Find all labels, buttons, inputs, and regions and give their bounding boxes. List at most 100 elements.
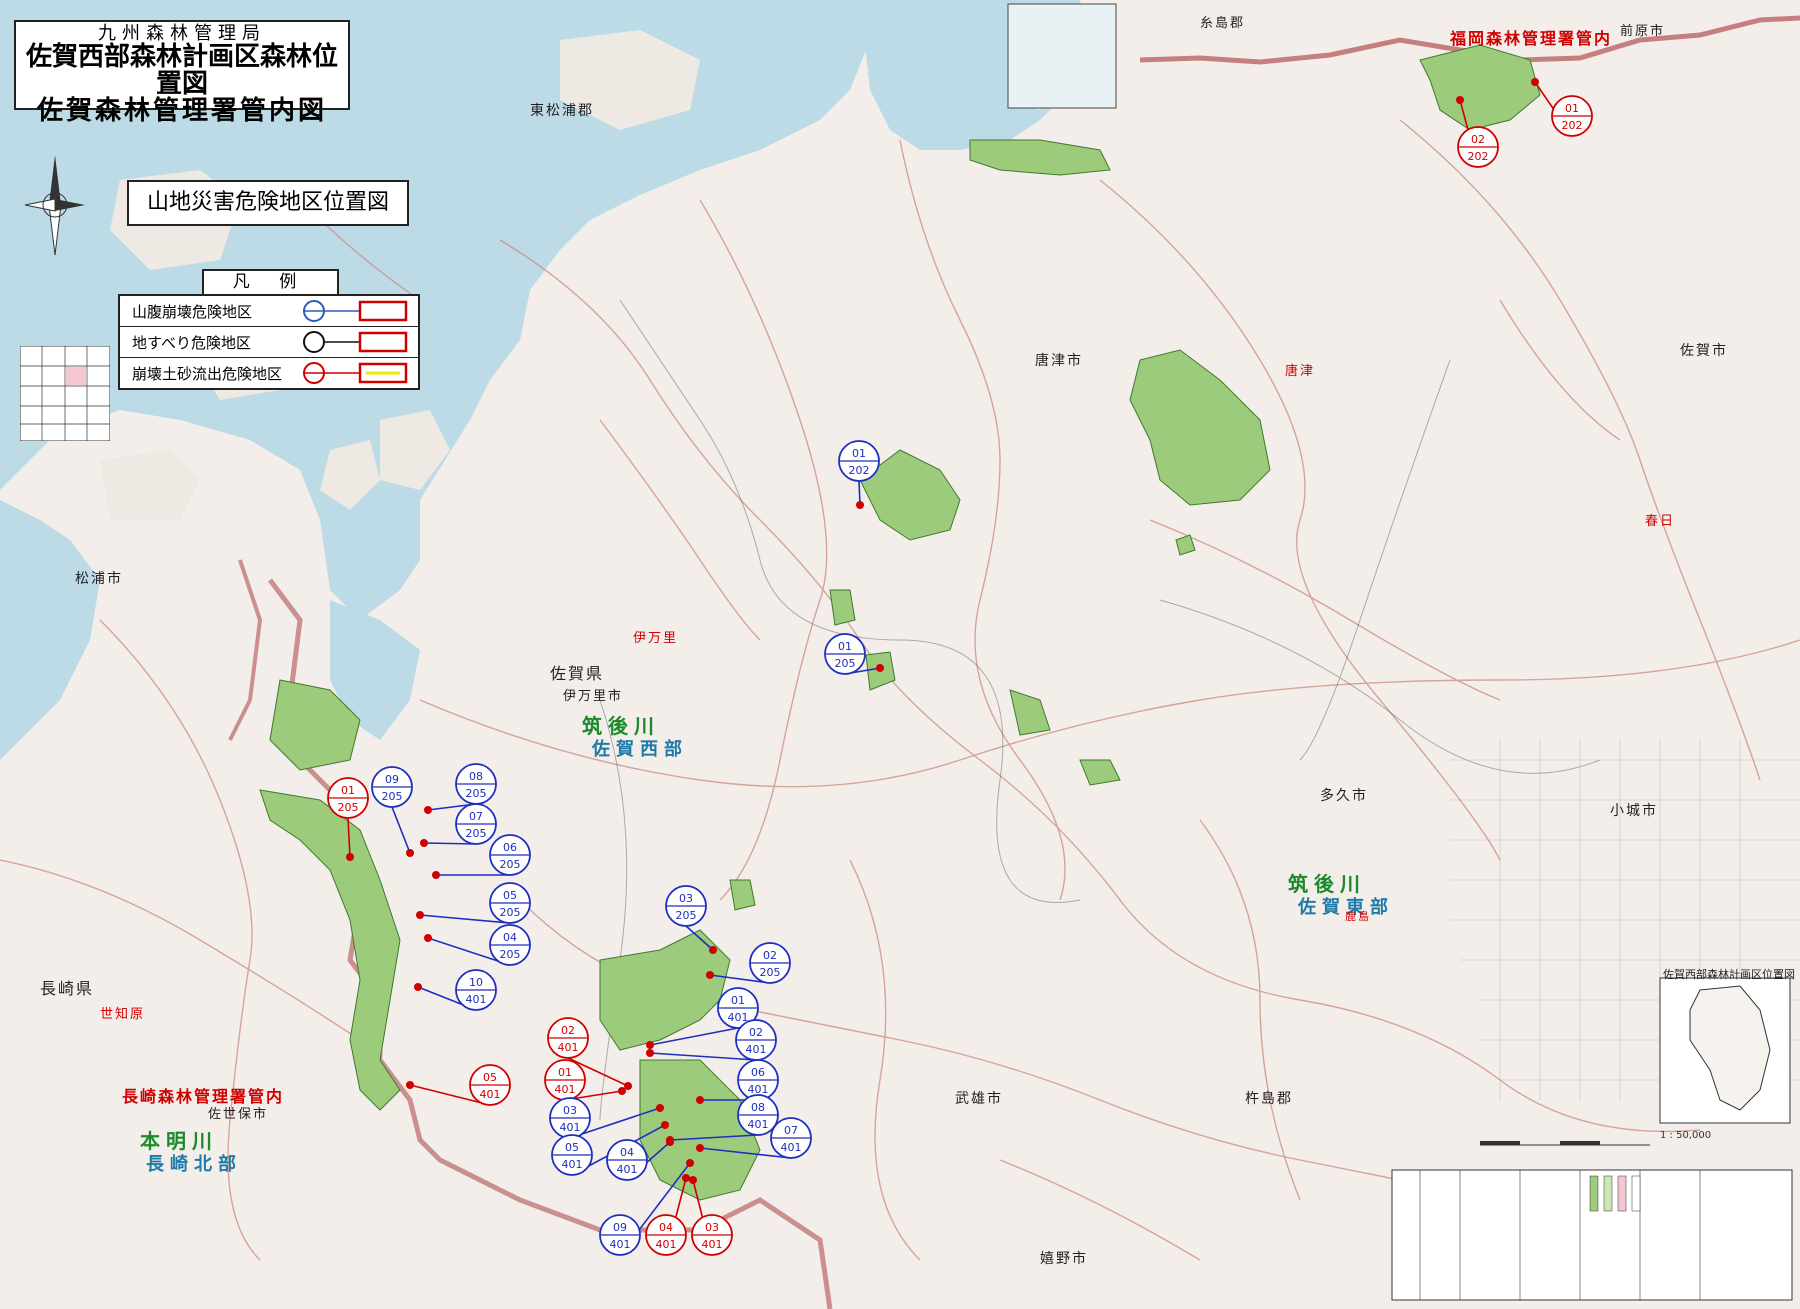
hazard-site-dot — [432, 871, 440, 879]
hazard-marker[interactable]: 04401 — [645, 1174, 690, 1256]
inset-map-title: 佐賀西部森林計画区位置図 — [1663, 968, 1795, 981]
hazard-site-dot — [406, 1081, 414, 1089]
hazard-site-dot — [406, 849, 414, 857]
hazard-site-dot — [689, 1176, 697, 1184]
hazard-site-dot — [618, 1087, 626, 1095]
leader-line — [391, 806, 411, 854]
hazard-marker[interactable]: 02205 — [706, 942, 791, 984]
leader-line — [685, 925, 714, 951]
hazard-marker[interactable]: 10401 — [414, 969, 497, 1011]
marker-code: 205 — [500, 858, 521, 871]
marker-code: 205 — [835, 657, 856, 670]
hazard-site-dot — [876, 664, 884, 672]
marker-number: 08 — [751, 1101, 765, 1114]
marker-code: 401 — [480, 1088, 501, 1101]
hazard-site-dot — [420, 839, 428, 847]
marker-code: 205 — [500, 948, 521, 961]
map-canvas[interactable]: 九州森林管理局 佐賀西部森林計画区森林位置図 佐賀森林管理署管内図 山地災害危険… — [0, 0, 1800, 1309]
marker-code: 205 — [466, 787, 487, 800]
leader-line — [669, 1134, 759, 1141]
marker-number: 01 — [852, 447, 866, 460]
hazard-site-dot — [682, 1174, 690, 1182]
marker-code: 401 — [781, 1141, 802, 1154]
marker-code: 205 — [466, 827, 487, 840]
marker-number: 02 — [1471, 133, 1485, 146]
hazard-marker[interactable]: 05205 — [416, 882, 531, 924]
hazard-site-dot — [646, 1049, 654, 1057]
marker-number: 07 — [784, 1124, 798, 1137]
marker-number: 02 — [763, 949, 777, 962]
marker-number: 02 — [561, 1024, 575, 1037]
hazard-site-dot — [696, 1144, 704, 1152]
marker-code: 205 — [676, 909, 697, 922]
marker-number: 04 — [503, 931, 517, 944]
marker-number: 05 — [483, 1071, 497, 1084]
hazard-site-dot — [656, 1104, 664, 1112]
hazard-site-dot — [424, 934, 432, 942]
marker-code: 401 — [558, 1041, 579, 1054]
hazard-marker[interactable]: 01205 — [824, 633, 884, 675]
marker-code: 401 — [560, 1121, 581, 1134]
hazard-marker[interactable]: 01202 — [838, 440, 880, 509]
hazard-site-dot — [414, 983, 422, 991]
hazard-marker[interactable]: 01202 — [1531, 78, 1593, 137]
marker-number: 02 — [749, 1026, 763, 1039]
hazard-site-dot — [666, 1138, 674, 1146]
marker-code: 401 — [466, 993, 487, 1006]
hazard-marker[interactable]: 05401 — [406, 1064, 511, 1106]
marker-code: 205 — [500, 906, 521, 919]
hazard-marker[interactable]: 08401 — [666, 1094, 779, 1144]
marker-code: 401 — [748, 1118, 769, 1131]
marker-number: 05 — [503, 889, 517, 902]
hazard-markers-layer: 0120201205012020220201205092050820507205… — [327, 78, 1593, 1256]
marker-number: 03 — [563, 1104, 577, 1117]
marker-number: 03 — [679, 892, 693, 905]
hazard-site-dot — [346, 853, 354, 861]
marker-code: 401 — [702, 1238, 723, 1251]
marker-code: 401 — [562, 1158, 583, 1171]
leader-line — [649, 1052, 757, 1061]
leader-line — [649, 1027, 739, 1046]
hazard-marker[interactable]: 03205 — [665, 885, 717, 954]
hazard-marker[interactable]: 03401 — [549, 1097, 664, 1139]
marker-code: 401 — [656, 1238, 677, 1251]
marker-code: 202 — [1468, 150, 1489, 163]
marker-code: 205 — [382, 790, 403, 803]
marker-number: 01 — [1565, 102, 1579, 115]
hazard-site-dot — [856, 501, 864, 509]
marker-number: 08 — [469, 770, 483, 783]
hazard-site-dot — [1456, 96, 1464, 104]
hazard-site-dot — [709, 946, 717, 954]
hazard-marker[interactable]: 04205 — [424, 924, 531, 966]
hazard-marker[interactable]: 03401 — [689, 1176, 733, 1256]
marker-code: 401 — [555, 1083, 576, 1096]
marker-number: 01 — [731, 994, 745, 1007]
hazard-marker[interactable]: 09205 — [371, 766, 414, 857]
marker-number: 01 — [838, 640, 852, 653]
marker-code: 401 — [748, 1083, 769, 1096]
leader-line — [347, 817, 351, 858]
marker-code: 202 — [849, 464, 870, 477]
marker-number: 01 — [558, 1066, 572, 1079]
hazard-site-dot — [424, 806, 432, 814]
hazard-site-dot — [1531, 78, 1539, 86]
hazard-marker[interactable]: 02401 — [646, 1019, 777, 1061]
marker-number: 05 — [565, 1141, 579, 1154]
marker-number: 04 — [659, 1221, 673, 1234]
scale-label: 1 : 50,000 — [1660, 1130, 1712, 1141]
hazard-marker[interactable]: 02202 — [1456, 96, 1499, 168]
hazard-marker[interactable]: 01205 — [327, 777, 369, 861]
marker-code: 202 — [1562, 119, 1583, 132]
marker-number: 04 — [620, 1146, 634, 1159]
marker-number: 06 — [751, 1066, 765, 1079]
hazard-site-dot — [661, 1121, 669, 1129]
hazard-site-dot — [646, 1041, 654, 1049]
hazard-site-dot — [696, 1096, 704, 1104]
marker-number: 01 — [341, 784, 355, 797]
marker-code: 205 — [338, 801, 359, 814]
hazard-marker[interactable]: 04401 — [606, 1138, 674, 1181]
marker-number: 07 — [469, 810, 483, 823]
marker-number: 10 — [469, 976, 483, 989]
marker-code: 401 — [610, 1238, 631, 1251]
marker-number: 03 — [705, 1221, 719, 1234]
